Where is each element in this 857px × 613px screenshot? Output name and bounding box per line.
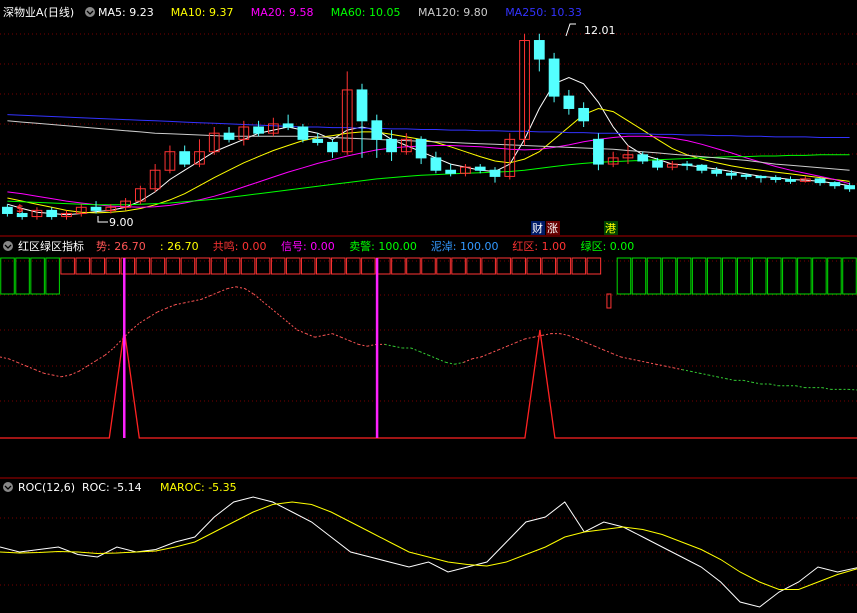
- candle-body: [829, 182, 841, 187]
- indicator-legend-item: 信号: 0.00: [281, 240, 335, 253]
- main-panel-menu-icon[interactable]: [85, 7, 95, 17]
- candle-body: [312, 138, 324, 143]
- ma-legend-ma120: MA120: 9.80: [418, 6, 488, 19]
- candle-body: [282, 123, 294, 128]
- candle-body: [386, 138, 397, 153]
- roc-legend-item: ROC: -5.14: [82, 481, 142, 494]
- ma-legend-ma60: MA60: 10.05: [331, 6, 401, 19]
- candle-body: [356, 89, 368, 122]
- candle-body: [740, 174, 752, 177]
- candle-body: [814, 178, 826, 184]
- ma-legend-ma5: MA5: 9.23: [98, 6, 154, 19]
- event-marker-cai[interactable]: 财: [532, 221, 543, 235]
- candle-body: [652, 160, 663, 168]
- high-price-label: 12.01: [584, 24, 616, 37]
- indicator-panel-menu-icon[interactable]: [3, 241, 13, 251]
- candle-body: [415, 138, 427, 159]
- candle-body: [681, 163, 693, 166]
- roc-panel-menu-icon[interactable]: [3, 482, 13, 492]
- indicator-legend-item: 泥淖: 100.00: [431, 239, 499, 253]
- candle-body: [637, 154, 649, 162]
- event-marker-zhang[interactable]: 涨: [547, 222, 558, 235]
- indicator-legend-item: 共鸣: 0.00: [213, 239, 267, 253]
- event-marker-gang[interactable]: 港: [605, 222, 616, 235]
- candle-body: [533, 40, 545, 60]
- candle-body: [327, 141, 338, 153]
- indicator-legend-item: 红区: 1.00: [512, 240, 566, 253]
- roc-legend-item: MAROC: -5.35: [160, 481, 237, 494]
- indicator-legend: 势: 26.70 : 26.70 共鸣: 0.00 信号: 0.00 卖警: 100.0…: [96, 239, 634, 253]
- stock-chart[interactable]: 12.01 9.00 $ 财 涨 港 深物业A(日线) MA5: 9.23 MA1…: [0, 0, 857, 613]
- candle-body: [90, 206, 102, 211]
- candle-body: [474, 166, 486, 171]
- ma-legend: MA5: 9.23 MA10: 9.37 MA20: 9.58 MA60: 10.05…: [98, 6, 582, 19]
- candle-body: [297, 126, 309, 140]
- candle-body: [770, 177, 782, 181]
- candle-body: [726, 172, 737, 176]
- ma-legend-ma20: MA20: 9.58: [251, 6, 314, 19]
- candle-body: [430, 157, 442, 171]
- candle-body: [489, 169, 501, 177]
- ma-legend-ma250: MA250: 10.33: [505, 6, 582, 19]
- indicator-legend-item: 卖警: 100.00: [349, 239, 417, 253]
- chart-background: [0, 0, 857, 613]
- ma-legend-ma10: MA10: 9.37: [171, 6, 234, 19]
- candle-body: [46, 209, 58, 218]
- roc-legend: ROC: -5.14 MAROC: -5.35: [82, 481, 237, 494]
- candle-body: [785, 179, 796, 182]
- candle-body: [593, 138, 604, 165]
- candle-body: [253, 126, 264, 134]
- candle-body: [223, 132, 235, 140]
- candle-body: [371, 120, 383, 140]
- indicator-legend-item: 势: 26.70: [96, 240, 146, 253]
- candle-body: [548, 58, 560, 97]
- candle-body: [844, 185, 855, 190]
- event-marker-dollar[interactable]: $: [16, 202, 24, 215]
- candle-body: [2, 206, 13, 214]
- candle-body: [578, 107, 590, 122]
- candle-body: [445, 169, 457, 174]
- candle-body: [755, 175, 767, 179]
- candle-body: [711, 169, 723, 174]
- candle-body: [563, 95, 575, 109]
- indicator-legend-item: : 26.70: [160, 240, 199, 253]
- candle-body: [179, 151, 191, 165]
- low-price-label: 9.00: [109, 216, 134, 229]
- stock-title: 深物业A(日线): [3, 5, 74, 19]
- indicator-title: 红区绿区指标: [18, 239, 84, 253]
- candle-body: [696, 164, 708, 171]
- indicator-legend-item: 绿区: 0.00: [581, 239, 635, 253]
- roc-title: ROC(12,6): [18, 481, 75, 494]
